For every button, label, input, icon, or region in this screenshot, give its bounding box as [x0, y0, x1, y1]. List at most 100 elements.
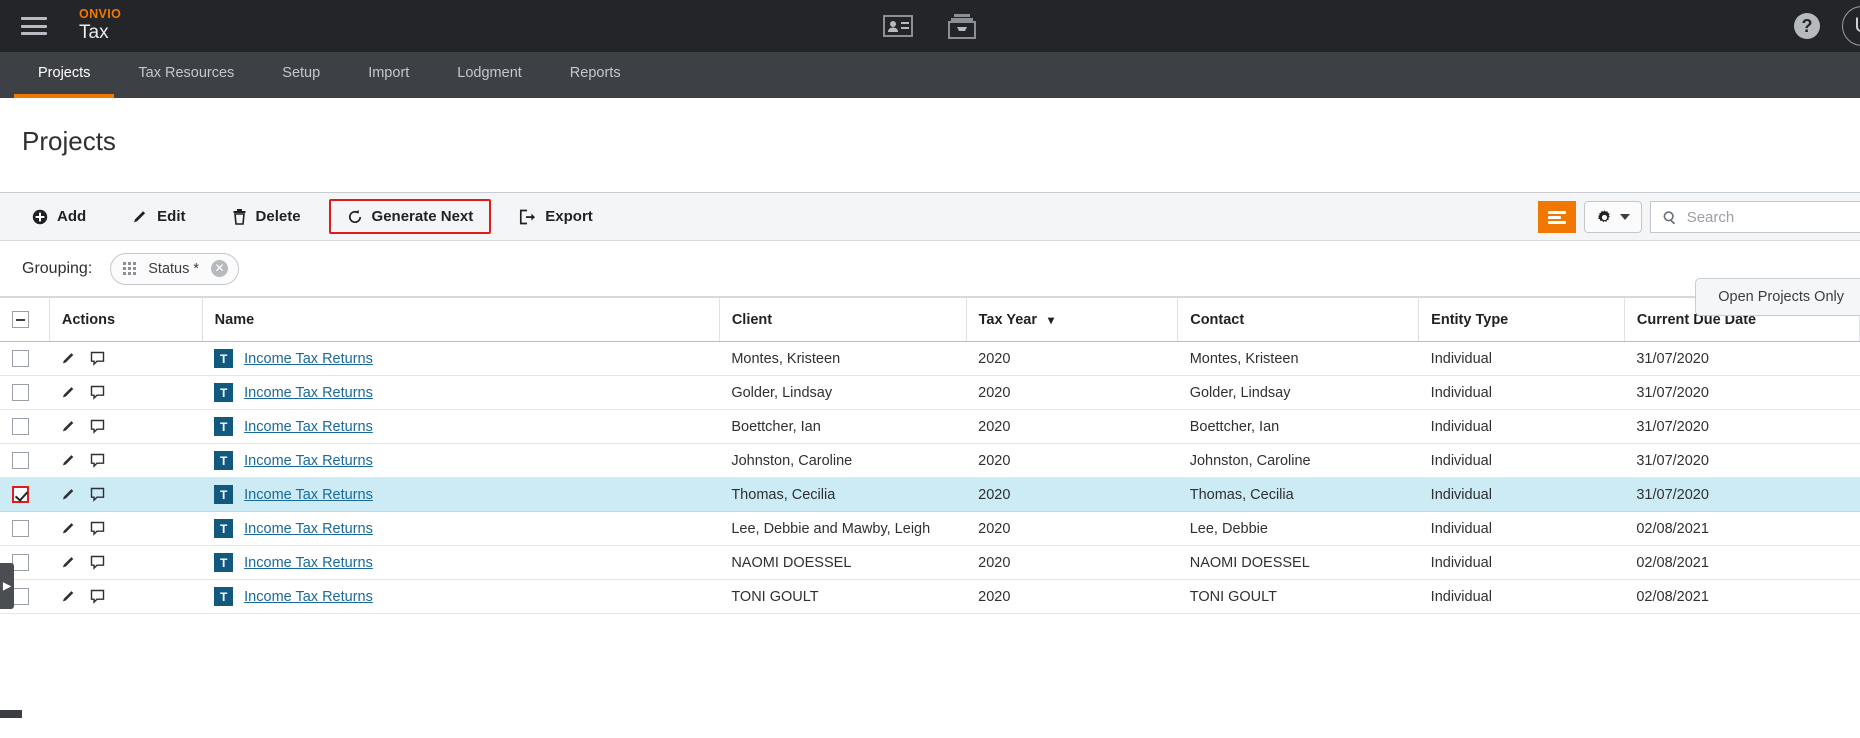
comment-icon[interactable]: [90, 385, 105, 400]
project-name-link[interactable]: Income Tax Returns: [244, 521, 373, 537]
project-name-link[interactable]: Income Tax Returns: [244, 453, 373, 469]
row-client-cell: NAOMI DOESSEL: [719, 545, 967, 580]
row-checkbox[interactable]: [12, 554, 29, 571]
pencil-icon[interactable]: [61, 555, 76, 570]
column-header-client[interactable]: Client: [719, 297, 967, 342]
generate-next-button[interactable]: Generate Next: [328, 199, 492, 234]
project-type-badge: T: [214, 587, 234, 606]
tab-lodgment[interactable]: Lodgment: [433, 52, 546, 98]
grouping-chip-status[interactable]: Status * ✕: [110, 252, 240, 285]
help-icon[interactable]: ?: [1794, 13, 1820, 39]
row-due-date-cell: 31/07/2020: [1624, 409, 1860, 444]
delete-button[interactable]: Delete: [214, 199, 319, 234]
pencil-icon[interactable]: [61, 453, 76, 468]
row-tax-year-cell: 2020: [966, 545, 1178, 580]
comment-icon[interactable]: [90, 521, 105, 536]
close-circle-icon[interactable]: ✕: [211, 260, 229, 277]
column-header-contact[interactable]: Contact: [1177, 297, 1420, 342]
edit-button[interactable]: Edit: [114, 199, 203, 234]
project-name-link[interactable]: Income Tax Returns: [244, 419, 373, 435]
pencil-icon[interactable]: [61, 351, 76, 366]
row-checkbox[interactable]: [12, 350, 29, 367]
add-button[interactable]: Add: [14, 199, 104, 234]
pencil-icon[interactable]: [61, 385, 76, 400]
row-contact-cell: TONI GOULT: [1177, 579, 1419, 614]
avatar[interactable]: U: [1842, 6, 1860, 46]
column-header-entity-type[interactable]: Entity Type: [1418, 297, 1625, 342]
row-select-cell: [0, 409, 50, 444]
pencil-icon[interactable]: [61, 589, 76, 604]
table-row[interactable]: T Income Tax Returns Golder, Lindsay 2020 Go…: [0, 375, 1860, 410]
open-projects-only-filter[interactable]: Open Projects Only: [1695, 278, 1860, 316]
tab-setup[interactable]: Setup: [258, 52, 344, 98]
comment-icon[interactable]: [90, 419, 105, 434]
table-row[interactable]: T Income Tax Returns Boettcher, Ian 2020 Boe…: [0, 409, 1860, 444]
row-checkbox[interactable]: [12, 452, 29, 469]
tab-label: Setup: [282, 65, 321, 81]
row-entity-type-cell: Individual: [1418, 511, 1625, 546]
top-bar: ONVIO Tax ? U: [0, 0, 1860, 52]
settings-dropdown-button[interactable]: [1584, 201, 1642, 233]
row-entity-type-cell: Individual: [1418, 409, 1625, 444]
search-input[interactable]: [1686, 208, 1860, 226]
tab-projects[interactable]: Projects: [14, 52, 115, 98]
comment-icon[interactable]: [90, 453, 105, 468]
brand-product: Tax: [79, 21, 109, 43]
main-nav: Projects Tax Resources Setup Import Lodg…: [0, 52, 1860, 98]
grouping-toggle-button[interactable]: [1538, 201, 1576, 233]
project-type-badge: T: [214, 451, 234, 470]
row-name-cell: T Income Tax Returns: [202, 409, 720, 444]
tab-reports[interactable]: Reports: [546, 52, 645, 98]
page-body: Projects Open Projects Only ▶ Add Edit D…: [0, 98, 1860, 718]
row-tax-year-cell: 2020: [966, 341, 1178, 376]
table-row[interactable]: T Income Tax Returns Lee, Debbie and Mawby…: [0, 511, 1860, 546]
row-checkbox[interactable]: [12, 588, 29, 605]
row-tax-year-cell: 2020: [966, 443, 1178, 478]
column-header-actions[interactable]: Actions: [49, 297, 203, 342]
pencil-icon[interactable]: [61, 521, 76, 536]
row-select-cell: [0, 511, 50, 546]
export-button[interactable]: Export: [501, 199, 611, 234]
table-row[interactable]: T Income Tax Returns Montes, Kristeen 2020 M…: [0, 341, 1860, 376]
table-row[interactable]: T Income Tax Returns NAOMI DOESSEL 2020 NAOM…: [0, 545, 1860, 580]
table-row[interactable]: T Income Tax Returns Thomas, Cecilia 2020 Th…: [0, 477, 1860, 512]
brand-name: ONVIO: [79, 7, 122, 22]
project-name-link[interactable]: Income Tax Returns: [244, 555, 373, 571]
pencil-icon[interactable]: [61, 419, 76, 434]
select-all-checkbox[interactable]: [12, 311, 29, 328]
row-checkbox[interactable]: [12, 520, 29, 537]
row-checkbox[interactable]: [12, 486, 29, 503]
project-name-link[interactable]: Income Tax Returns: [244, 589, 373, 605]
tab-label: Lodgment: [457, 65, 522, 81]
table-row[interactable]: T Income Tax Returns TONI GOULT 2020 TONI GO…: [0, 579, 1860, 614]
horizontal-scrollbar[interactable]: [0, 710, 22, 718]
row-entity-type-cell: Individual: [1418, 341, 1625, 376]
sidebar-expand-handle[interactable]: ▶: [0, 563, 14, 609]
row-actions-cell: [49, 341, 203, 376]
hamburger-icon[interactable]: [21, 17, 47, 35]
project-name-link[interactable]: Income Tax Returns: [244, 487, 373, 503]
search-box[interactable]: [1650, 201, 1860, 233]
file-box-icon[interactable]: [947, 13, 977, 39]
brand-logo[interactable]: ONVIO Tax: [79, 8, 121, 44]
row-checkbox[interactable]: [12, 418, 29, 435]
row-checkbox[interactable]: [12, 384, 29, 401]
project-name-link[interactable]: Income Tax Returns: [244, 351, 373, 367]
row-contact-cell: Lee, Debbie: [1177, 511, 1419, 546]
comment-icon[interactable]: [90, 351, 105, 366]
comment-icon[interactable]: [90, 555, 105, 570]
comment-icon[interactable]: [90, 487, 105, 502]
table-row[interactable]: T Income Tax Returns Johnston, Caroline 202…: [0, 443, 1860, 478]
comment-icon[interactable]: [90, 589, 105, 604]
contact-card-icon[interactable]: [883, 15, 913, 37]
tab-tax-resources[interactable]: Tax Resources: [114, 52, 258, 98]
row-entity-type-cell: Individual: [1418, 545, 1625, 580]
column-header-tax-year[interactable]: Tax Year ▾: [966, 297, 1179, 342]
column-header-name[interactable]: Name: [202, 297, 720, 342]
row-due-date-cell: 31/07/2020: [1624, 477, 1860, 512]
project-name-link[interactable]: Income Tax Returns: [244, 385, 373, 401]
tab-import[interactable]: Import: [344, 52, 433, 98]
pencil-icon[interactable]: [61, 487, 76, 502]
button-label: Generate Next: [371, 208, 474, 225]
pencil-icon: [134, 210, 146, 222]
